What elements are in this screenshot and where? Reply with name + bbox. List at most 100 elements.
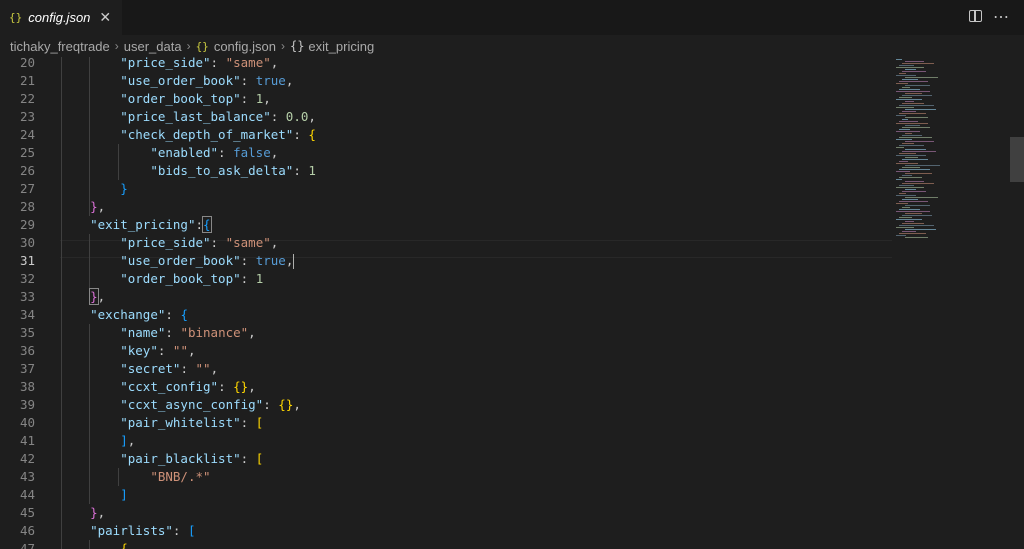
minimap-line — [896, 99, 922, 100]
minimap-line — [896, 203, 908, 204]
minimap-line — [899, 169, 930, 170]
minimap-line — [896, 83, 908, 84]
code-line[interactable]: "exchange": { — [60, 306, 188, 324]
minimap-line — [902, 199, 918, 200]
minimap-line — [905, 237, 928, 238]
minimap-line — [899, 65, 914, 66]
minimap-line — [899, 137, 932, 138]
minimap-line — [905, 213, 922, 214]
minimap-line — [902, 127, 930, 128]
minimap-line — [905, 157, 918, 158]
code-line[interactable]: "pairlists": [ — [60, 522, 195, 540]
minimap-line — [896, 163, 918, 164]
minimap-line — [902, 183, 934, 184]
minimap-line — [905, 61, 924, 62]
line-number: 40 — [19, 415, 35, 430]
code-line[interactable]: "price_side": "same", — [60, 234, 278, 252]
line-number: 29 — [19, 217, 35, 232]
breadcrumb-folder-user-data[interactable]: user_data — [124, 39, 182, 54]
minimap-line — [905, 173, 932, 174]
code-line[interactable]: "use_order_book": true, — [60, 252, 295, 270]
minimap-line — [905, 93, 922, 94]
minimap-line — [899, 225, 934, 226]
tab-bar: {} config.json ✕ ⋯ — [0, 0, 1024, 35]
code-line[interactable]: "secret": "", — [60, 360, 218, 378]
more-actions-icon[interactable]: ⋯ — [993, 7, 1010, 27]
minimap-line — [896, 131, 920, 132]
minimap-line — [902, 119, 908, 120]
minimap-line — [899, 105, 934, 106]
minimap-line — [896, 147, 904, 148]
code-line[interactable]: "key": "", — [60, 342, 195, 360]
minimap-line — [899, 129, 910, 130]
minimap-line — [899, 97, 912, 98]
breadcrumb-folder-tichaky-freqtrade[interactable]: tichaky_freqtrade — [10, 39, 110, 54]
minimap-line — [899, 113, 926, 114]
code-line[interactable]: "ccxt_config": {}, — [60, 378, 256, 396]
minimap-line — [902, 223, 924, 224]
minimap-line — [905, 133, 912, 134]
minimap[interactable] — [892, 57, 1010, 549]
minimap-line — [902, 135, 922, 136]
minimap-line — [896, 179, 902, 180]
code-line[interactable]: }, — [60, 198, 105, 216]
scrollbar-thumb[interactable] — [1010, 137, 1024, 182]
code-line[interactable]: }, — [60, 504, 105, 522]
code-line[interactable]: "exit_pricing":{ — [60, 216, 212, 234]
code-line[interactable]: ] — [60, 486, 128, 504]
minimap-line — [905, 109, 936, 110]
code-line[interactable]: "price_last_balance": 0.0, — [60, 108, 316, 126]
minimap-line — [899, 81, 928, 82]
code-line[interactable]: "pair_whitelist": [ — [60, 414, 263, 432]
code-line[interactable]: "bids_to_ask_delta": 1 — [60, 162, 316, 180]
minimap-line — [899, 145, 924, 146]
code-line[interactable]: "price_side": "same", — [60, 57, 278, 72]
minimap-line — [905, 101, 914, 102]
code-line[interactable]: } — [60, 180, 128, 198]
code-editor[interactable]: 20 21 22 23 24 25 26 27 28 29 30 31 32 33 34 35 36 37 38 39… — [0, 57, 1024, 549]
breadcrumb-file-config-json[interactable]: config.json — [214, 39, 276, 54]
code-line[interactable]: "check_depth_of_market": { — [60, 126, 316, 144]
minimap-line — [902, 167, 920, 168]
code-area[interactable]: "price_side": "same", "use_order_book": … — [60, 57, 892, 549]
minimap-line — [905, 69, 916, 70]
minimap-line — [905, 165, 940, 166]
code-line[interactable]: ], — [60, 432, 135, 450]
chevron-right-icon: › — [280, 39, 285, 53]
code-line[interactable]: }, — [60, 288, 105, 306]
breadcrumb-symbol-exit-pricing[interactable]: exit_pricing — [308, 39, 374, 54]
code-line[interactable]: "pair_blacklist": [ — [60, 450, 263, 468]
code-line[interactable]: "name": "binance", — [60, 324, 255, 342]
line-number: 46 — [19, 523, 35, 538]
line-number: 37 — [19, 361, 35, 376]
code-line[interactable]: "BNB/.*" — [60, 468, 210, 486]
minimap-line — [896, 67, 924, 68]
code-line[interactable]: { — [60, 540, 128, 549]
line-number: 25 — [19, 145, 35, 160]
split-editor-icon[interactable] — [969, 10, 982, 22]
minimap-line — [905, 125, 920, 126]
minimap-line — [902, 87, 910, 88]
line-number: 41 — [19, 433, 35, 448]
minimap-line — [899, 233, 926, 234]
code-line[interactable]: "order_book_top": 1, — [60, 90, 271, 108]
code-line[interactable]: "use_order_book": true, — [60, 72, 293, 90]
code-line[interactable]: "enabled": false, — [60, 144, 278, 162]
minimap-line — [899, 161, 908, 162]
line-number: 44 — [19, 487, 35, 502]
minimap-line — [896, 235, 906, 236]
line-number: 38 — [19, 379, 35, 394]
vertical-scrollbar[interactable] — [1010, 57, 1024, 549]
close-icon[interactable]: ✕ — [99, 9, 111, 26]
line-number: 31 — [19, 253, 35, 268]
code-line[interactable]: "ccxt_async_config": {}, — [60, 396, 301, 414]
minimap-line — [899, 73, 906, 74]
code-line[interactable]: "order_book_top": 1 — [60, 270, 263, 288]
chevron-right-icon: › — [186, 39, 191, 53]
tab-config-json[interactable]: {} config.json ✕ — [0, 0, 122, 35]
minimap-line — [896, 59, 902, 60]
minimap-line — [905, 205, 930, 206]
minimap-line — [896, 227, 914, 228]
minimap-line — [896, 171, 910, 172]
minimap-line — [905, 221, 914, 222]
